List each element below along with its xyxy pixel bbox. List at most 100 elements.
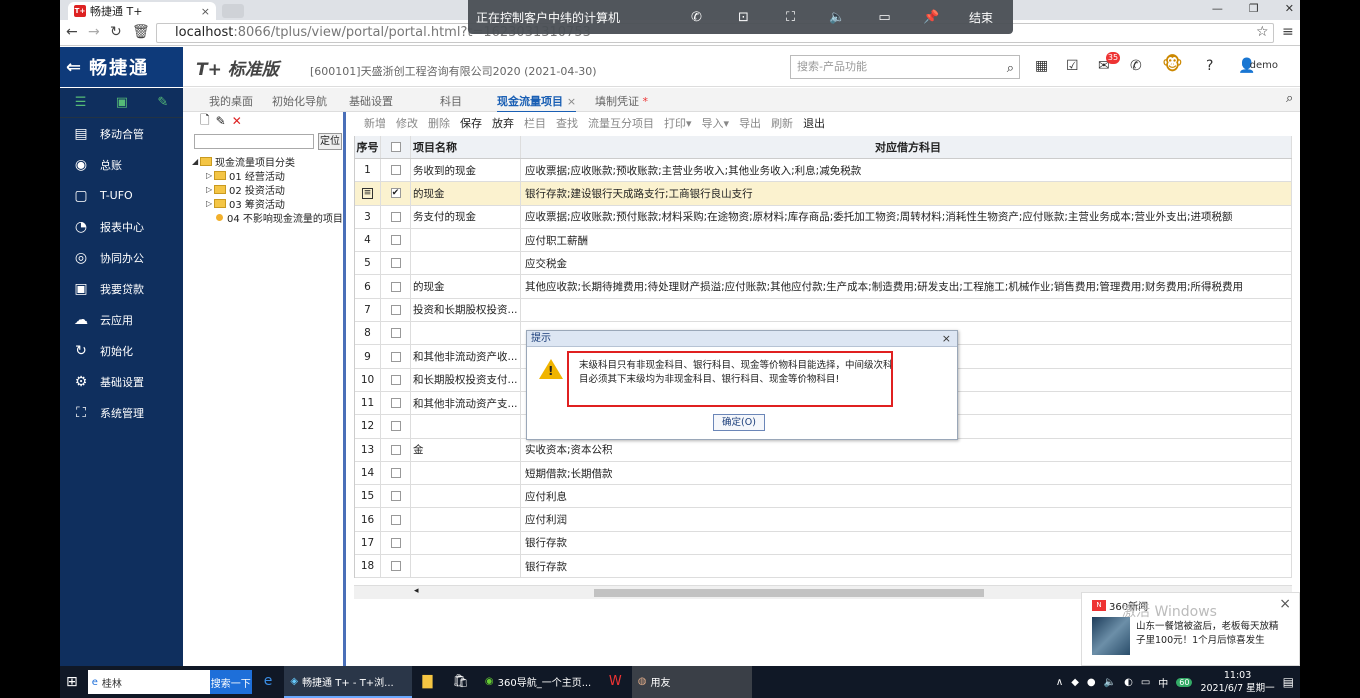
table-row[interactable]: 4 应付职工薪酬	[355, 228, 1292, 253]
toolbar-button[interactable]: 导出	[739, 115, 761, 131]
maximize-icon[interactable]: ❐	[1249, 2, 1259, 15]
row-checkbox[interactable]	[390, 165, 401, 176]
row-checkbox[interactable]	[390, 561, 401, 572]
sidebar-item-init[interactable]: ↻ 初始化	[60, 335, 183, 366]
tab-desktop[interactable]: 我的桌面	[209, 93, 253, 109]
row-checkbox[interactable]	[390, 491, 401, 502]
back-icon[interactable]: ←	[66, 24, 78, 40]
bookmark-star-icon[interactable]: ☆	[1256, 24, 1269, 40]
menu-icon[interactable]: ≡	[1282, 24, 1294, 40]
battery-badge[interactable]: 60	[1176, 677, 1193, 687]
reload-icon[interactable]: ↻	[110, 24, 122, 40]
forward-icon[interactable]: →	[88, 24, 100, 40]
end-button[interactable]: 结束	[969, 9, 1013, 26]
notification-text[interactable]: 山东一餐馆被盗后，老板每天放精子里100元！1个月后惊喜发生	[1136, 620, 1286, 648]
tree-node[interactable]: ▷ 03 筹资活动	[192, 196, 343, 211]
network-icon[interactable]: ▭	[1141, 677, 1150, 688]
row-name[interactable]: 和其他非流动资产收...	[411, 345, 521, 368]
windows-start-icon[interactable]: ⊞	[60, 666, 84, 698]
sidebar-item-loan[interactable]: ▣ 我要贷款	[60, 273, 183, 304]
row-checkbox[interactable]	[390, 374, 401, 385]
row-name[interactable]: 务收到的现金	[411, 159, 521, 182]
ime-indicator[interactable]: 中	[1158, 675, 1168, 690]
locate-button[interactable]: 定位	[318, 133, 342, 150]
row-account[interactable]: 实收资本;资本公积	[521, 438, 1292, 461]
toolbar-button[interactable]: 删除	[428, 115, 450, 131]
checklist-icon[interactable]: ☑	[1066, 58, 1079, 74]
select-all-checkbox[interactable]	[390, 142, 401, 152]
row-name[interactable]	[411, 531, 521, 555]
search-icon[interactable]: ⌕	[1286, 91, 1293, 106]
row-name[interactable]	[411, 228, 521, 252]
taskbar-app-yonyou[interactable]: ◍ 用友	[631, 666, 752, 698]
tree-node[interactable]: 04 不影响现金流量的项目	[192, 210, 343, 225]
shield-icon[interactable]: ◐	[1124, 677, 1133, 688]
edit-icon[interactable]: ✎	[157, 95, 168, 110]
row-account[interactable]: 应交税金	[521, 252, 1292, 275]
toolbar-button[interactable]: 打印▾	[664, 115, 692, 131]
row-checkbox[interactable]	[390, 398, 401, 409]
sidebar-item-ledger[interactable]: ◉ 总账	[60, 149, 183, 180]
news-notification[interactable]: N 360新闻 激活 Windows × 山东一餐馆被盗后，老板每天放精子里100…	[1081, 592, 1300, 666]
expand-arrow-icon[interactable]: ▷	[206, 185, 214, 194]
ratio-icon[interactable]: ⊡	[720, 10, 767, 25]
row-name[interactable]	[411, 555, 521, 578]
toolbar-button[interactable]: 修改	[396, 115, 418, 131]
function-search[interactable]: 搜索-产品功能 ⌕	[790, 55, 1020, 79]
store-icon[interactable]: 🛍	[442, 666, 479, 698]
sidebar-item-tufo[interactable]: ▢ T-UFO	[60, 180, 183, 211]
close-tab-icon[interactable]: ×	[567, 95, 576, 108]
table-row[interactable]: 16 应付利润	[355, 508, 1292, 532]
wechat-icon[interactable]: ●	[1087, 677, 1096, 688]
search-icon[interactable]: ⌕	[1007, 58, 1014, 80]
row-name[interactable]	[411, 415, 521, 438]
browser-tab[interactable]: T+ 畅捷通 T+ ×	[68, 2, 216, 20]
table-row[interactable]: 15 应付利息	[355, 485, 1292, 509]
row-account[interactable]: 应付职工薪酬	[521, 228, 1292, 252]
tab-voucher[interactable]: 填制凭证 *	[595, 93, 648, 109]
tab-cashflow-items[interactable]: 现金流量项目 ×	[497, 93, 577, 113]
tree-search-input[interactable]	[194, 134, 314, 149]
row-checkbox[interactable]	[390, 304, 401, 315]
row-name[interactable]	[411, 508, 521, 531]
toolbar-button[interactable]: 刷新	[771, 115, 793, 131]
row-account[interactable]: 短期借款;长期借款	[521, 461, 1292, 485]
row-name[interactable]: 的现金	[411, 182, 521, 205]
row-checkbox[interactable]	[390, 328, 401, 339]
row-account[interactable]: 应付利息	[521, 485, 1292, 508]
row-name[interactable]: 和长期股权投资支付...	[411, 368, 521, 391]
row-name[interactable]: 和其他非流动资产支...	[411, 391, 521, 415]
new-tab-button[interactable]	[222, 4, 244, 18]
row-name[interactable]	[411, 485, 521, 508]
tab-basic-settings[interactable]: 基础设置	[349, 93, 393, 109]
row-name[interactable]	[411, 461, 521, 485]
row-checkbox[interactable]	[390, 468, 401, 478]
scroll-left-icon[interactable]: ◂	[414, 586, 419, 596]
table-row[interactable]: 13 金实收资本;资本公积	[355, 438, 1292, 462]
speaker-icon[interactable]: 🔈	[814, 10, 861, 25]
brand-logo[interactable]: ⇐ 畅捷通	[60, 47, 183, 87]
row-checkbox[interactable]	[390, 537, 401, 548]
toolbar-button[interactable]: 新增	[364, 115, 386, 131]
calculator-icon[interactable]: ▦	[1035, 58, 1048, 74]
taskbar-clock[interactable]: 11:03 2021/6/7 星期一	[1200, 669, 1274, 695]
taskbar-search[interactable]: e 桂林	[87, 670, 210, 694]
row-account[interactable]: 应收票据;应收账款;预付账款;材料采购;在途物资;原材料;库存商品;委托加工物资…	[521, 205, 1292, 228]
close-icon[interactable]: ×	[1279, 596, 1291, 612]
taskbar-app-360[interactable]: ◉ 360导航_一个主页...	[479, 666, 599, 698]
tree-node[interactable]: ▷ 02 投资活动	[192, 182, 343, 197]
row-checkbox[interactable]	[390, 514, 401, 525]
tray-app-icon[interactable]: ◆	[1071, 677, 1079, 688]
close-icon[interactable]: ×	[942, 332, 951, 345]
table-row[interactable]: 1 务收到的现金 应收票据;应收账款;预收账款;主营业务收入;其他业务收入;利息;减…	[355, 159, 1292, 183]
row-account[interactable]: 应收票据;应收账款;预收账款;主营业务收入;其他业务收入;利息;减免税款	[521, 159, 1292, 182]
row-checkbox[interactable]	[390, 351, 401, 362]
toolbar-button[interactable]: 退出	[803, 115, 825, 131]
tray-expand-icon[interactable]: ∧	[1056, 677, 1063, 688]
phone-icon[interactable]: ✆	[673, 10, 720, 25]
sidebar-item-cloud[interactable]: ☁ 云应用	[60, 304, 183, 335]
toolbar-button[interactable]: 保存	[460, 115, 482, 131]
row-name[interactable]	[411, 322, 521, 345]
row-name[interactable]: 的现金	[411, 275, 521, 298]
tree-node-root[interactable]: ◢ 现金流量项目分类	[192, 154, 343, 169]
